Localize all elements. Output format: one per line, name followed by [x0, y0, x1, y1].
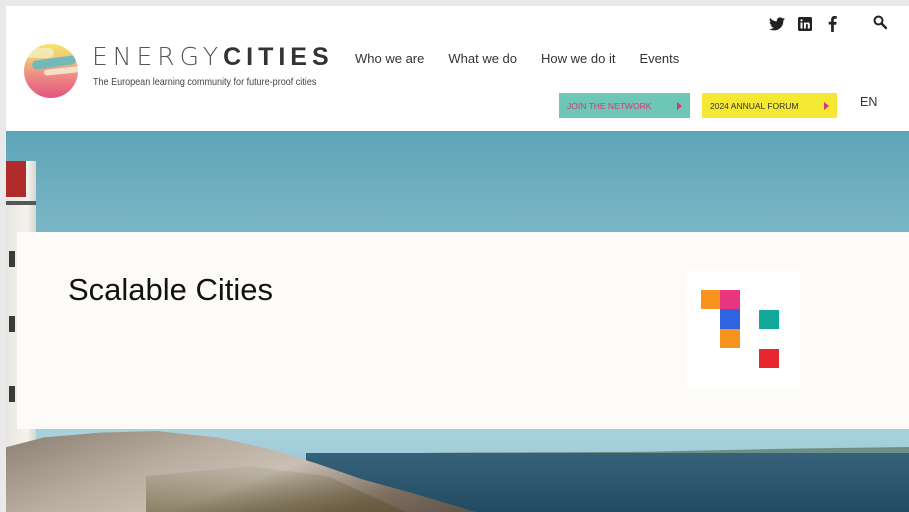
lighthouse-window — [9, 316, 15, 332]
annual-forum-label: 2024 ANNUAL FORUM — [710, 100, 799, 111]
nav-item-how-we-do-it[interactable]: How we do it — [541, 51, 615, 66]
logo-square-orange — [701, 290, 720, 309]
logo-stroke — [24, 48, 54, 58]
join-network-button[interactable]: JOIN THE NETWORK — [559, 93, 690, 118]
nav-item-events[interactable]: Events — [639, 51, 679, 66]
brand-wordmark[interactable]: ENERGYCITIES — [92, 42, 334, 72]
scalable-cities-logo — [687, 271, 800, 387]
nav-item-who-we-are[interactable]: Who we are — [355, 51, 424, 66]
facebook-icon[interactable] — [828, 16, 837, 32]
main-nav: Who we are What we do How we do it Event… — [355, 51, 679, 66]
arrow-right-icon — [677, 101, 682, 110]
logo-square-teal — [759, 310, 779, 329]
lighthouse-rail — [6, 201, 36, 205]
nav-item-what-we-do[interactable]: What we do — [448, 51, 517, 66]
brand-name-light: ENERGY — [92, 42, 224, 71]
page: ENERGYCITIES The European learning commu… — [6, 6, 909, 512]
page-title: Scalable Cities — [68, 272, 274, 307]
logo-icon[interactable] — [24, 44, 78, 98]
lighthouse-window — [9, 251, 15, 267]
logo-square-orange — [720, 329, 740, 348]
language-switcher[interactable]: EN — [860, 95, 877, 109]
content-panel: Scalable Cities — [17, 232, 909, 429]
lighthouse-window — [9, 386, 15, 402]
twitter-icon[interactable] — [769, 16, 785, 32]
logo-square-pink — [720, 290, 740, 309]
join-network-label: JOIN THE NETWORK — [567, 100, 652, 111]
brand-name-bold: CITIES — [223, 43, 334, 71]
arrow-right-icon — [824, 101, 829, 110]
linkedin-icon[interactable] — [798, 16, 812, 32]
brand-tagline: The European learning community for futu… — [93, 76, 317, 88]
logo-square-red — [759, 349, 779, 368]
search-icon[interactable] — [873, 14, 887, 30]
site-header: ENERGYCITIES The European learning commu… — [6, 6, 909, 131]
lighthouse-lantern — [6, 161, 26, 197]
logo-square-blue — [720, 309, 740, 329]
annual-forum-button[interactable]: 2024 ANNUAL FORUM — [702, 93, 837, 118]
